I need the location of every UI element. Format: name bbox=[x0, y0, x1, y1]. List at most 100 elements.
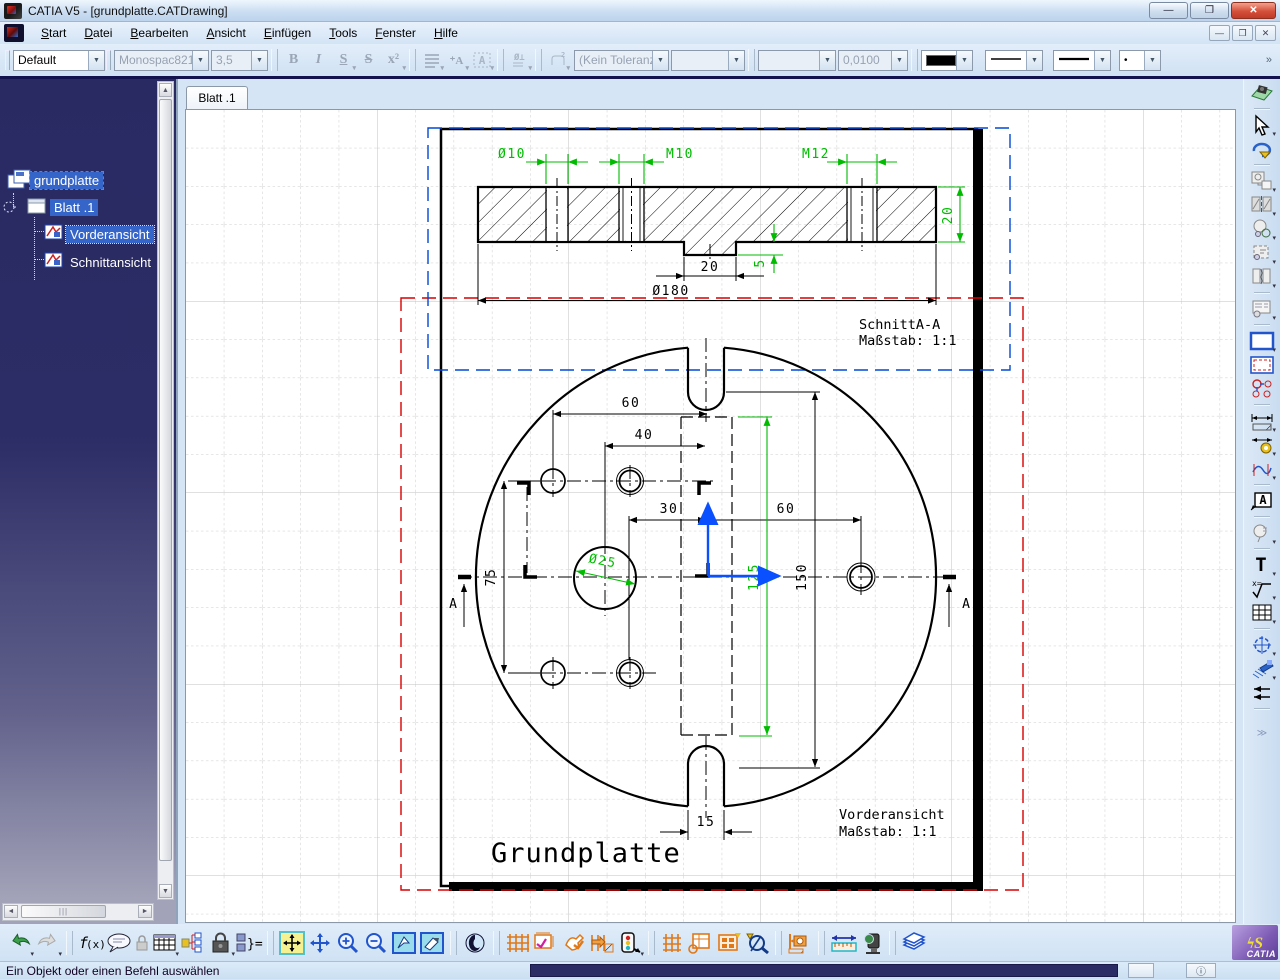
chevron-down-icon[interactable]: ▼ bbox=[956, 51, 972, 70]
tree-item-blatt[interactable]: Blatt .1 bbox=[50, 199, 98, 216]
menu-bearbeiten[interactable]: Bearbeiten bbox=[121, 24, 197, 42]
status-blank-button[interactable] bbox=[1128, 963, 1154, 978]
chevron-down-icon[interactable]: ▼ bbox=[251, 51, 267, 70]
menu-tools[interactable]: Tools bbox=[320, 24, 366, 42]
chevron-down-icon[interactable]: ▼ bbox=[1144, 51, 1160, 70]
tree-item-vorderansicht[interactable]: Vorderansicht bbox=[66, 226, 154, 243]
zoom-out-icon[interactable] bbox=[362, 929, 390, 957]
weblink-icon[interactable] bbox=[461, 929, 489, 957]
tree-vertical-scrollbar[interactable]: ▲ ▼ bbox=[157, 81, 174, 900]
comment-icon[interactable] bbox=[105, 929, 133, 957]
sheet-tab[interactable]: Blatt .1 bbox=[186, 86, 248, 109]
point-style-combo[interactable]: • ▼ bbox=[1119, 50, 1161, 71]
command-input[interactable] bbox=[530, 964, 1118, 977]
lock-brace-icon[interactable]: }= bbox=[235, 929, 263, 957]
dimension-edit-icon[interactable]: ▾ bbox=[1249, 433, 1275, 457]
more-chevron-icon[interactable]: ≫ bbox=[1249, 721, 1275, 745]
drafting-workbench-icon[interactable] bbox=[1249, 81, 1275, 105]
tolerance-type-combo[interactable]: (Kein Toleranzb▼ bbox=[574, 50, 669, 71]
chevron-down-icon[interactable]: ▼ bbox=[1026, 51, 1042, 70]
close-button[interactable]: ✕ bbox=[1231, 2, 1276, 19]
insert-symbol-button[interactable]: Ø⊥▾ bbox=[507, 49, 532, 72]
analysis-icon[interactable] bbox=[588, 929, 616, 957]
menu-fenster[interactable]: Fenster bbox=[366, 24, 425, 42]
scroll-down-icon[interactable]: ▼ bbox=[159, 884, 172, 898]
chevron-down-icon[interactable]: ▼ bbox=[728, 51, 744, 70]
scrollbar-thumb[interactable]: ||| bbox=[21, 905, 106, 918]
front-view-label[interactable]: Vorderansicht Maßstab: 1:1 bbox=[839, 807, 945, 840]
underline-button[interactable]: S▾ bbox=[331, 49, 356, 72]
color-combo[interactable]: ▼ bbox=[921, 50, 973, 71]
zoom-edit-icon[interactable] bbox=[743, 929, 771, 957]
table-icon[interactable]: ▾ bbox=[1249, 601, 1275, 625]
drawing-canvas[interactable]: Ø10 M10 M12 20 5 bbox=[185, 109, 1236, 923]
italic-button[interactable]: I bbox=[306, 49, 331, 72]
measure-icon[interactable] bbox=[829, 929, 857, 957]
strikethrough-button[interactable]: S bbox=[356, 49, 381, 72]
fit-all-icon[interactable] bbox=[278, 929, 306, 957]
catalog-icon[interactable] bbox=[900, 929, 928, 957]
scroll-left-icon[interactable]: ◄ bbox=[4, 905, 18, 918]
scene-icon[interactable] bbox=[857, 929, 885, 957]
clipping-view-icon[interactable]: ▾ bbox=[1249, 241, 1275, 265]
text-frame-button[interactable]: A▾ bbox=[469, 49, 494, 72]
line-weight-combo[interactable]: ▼ bbox=[1053, 50, 1111, 71]
view-creation-icon[interactable]: ▾ bbox=[1249, 169, 1275, 193]
formula-icon[interactable]: x=▾ bbox=[1249, 577, 1275, 601]
tree-expander-icon[interactable] bbox=[2, 199, 18, 215]
tolerance-value-combo[interactable]: ▼ bbox=[671, 50, 745, 71]
dim-style-combo[interactable]: ▼ bbox=[758, 50, 836, 71]
tree-item-schnittansicht[interactable]: Schnittansicht bbox=[66, 254, 155, 271]
balloon-icon[interactable]: ▾ bbox=[1249, 521, 1275, 545]
instantiate-2d-icon[interactable] bbox=[1249, 377, 1275, 401]
menu-datei[interactable]: Datei bbox=[75, 24, 121, 42]
menu-start[interactable]: Start bbox=[32, 24, 75, 42]
text-align-button[interactable]: ▾ bbox=[419, 49, 444, 72]
zoom-in-icon[interactable] bbox=[334, 929, 362, 957]
detail-view-icon[interactable]: ▾ bbox=[1249, 217, 1275, 241]
font-combo[interactable]: Monospac821▼ bbox=[114, 50, 209, 71]
tree-horizontal-scrollbar[interactable]: ◄ ||| ► bbox=[2, 903, 154, 921]
view-wizard-icon[interactable]: ▾ bbox=[1249, 297, 1275, 321]
dim-check-icon[interactable] bbox=[532, 929, 560, 957]
toolbar-overflow-chevron[interactable]: » bbox=[1266, 54, 1276, 66]
normal-view-icon[interactable] bbox=[390, 929, 418, 957]
minimize-button[interactable]: — bbox=[1149, 2, 1188, 19]
table-orange-icon[interactable] bbox=[687, 929, 715, 957]
lock-small-icon[interactable] bbox=[133, 929, 151, 957]
clamp-icon[interactable] bbox=[786, 929, 814, 957]
structure-icon[interactable] bbox=[179, 929, 207, 957]
chevron-down-icon[interactable]: ▼ bbox=[1094, 51, 1110, 70]
grid-table-icon[interactable]: ▾ bbox=[151, 929, 179, 957]
chevron-down-icon[interactable]: ▼ bbox=[819, 51, 835, 70]
text-icon[interactable]: T▾ bbox=[1249, 553, 1275, 577]
numerical-display-button[interactable]: 2▾ bbox=[545, 49, 570, 72]
traffic-light-icon[interactable]: ▾ bbox=[616, 929, 644, 957]
menu-ansicht[interactable]: Ansicht bbox=[197, 24, 254, 42]
mdi-close-button[interactable]: ✕ bbox=[1255, 25, 1276, 41]
font-size-combo[interactable]: 3,5▼ bbox=[211, 50, 268, 71]
new-view-icon[interactable]: ▾ bbox=[1249, 329, 1275, 353]
drawing-sheet[interactable]: Ø10 M10 M12 20 5 bbox=[186, 110, 1235, 922]
menu-einfuegen[interactable]: Einfügen bbox=[255, 24, 320, 42]
select-arrow-icon[interactable]: ▾ bbox=[1249, 113, 1275, 137]
toolbar-grip[interactable] bbox=[5, 50, 10, 70]
restore-button[interactable]: ❐ bbox=[1190, 2, 1229, 19]
scroll-up-icon[interactable]: ▲ bbox=[159, 83, 172, 97]
info-button[interactable]: ⓘ bbox=[1186, 963, 1216, 978]
bold-button[interactable]: B bbox=[281, 49, 306, 72]
toolbar-grip[interactable] bbox=[106, 50, 111, 70]
chevron-down-icon[interactable]: ▼ bbox=[891, 51, 907, 70]
superscript-button[interactable]: x²▾ bbox=[381, 49, 406, 72]
tree-item-grundplatte[interactable]: grundplatte bbox=[30, 172, 103, 189]
shading-icon[interactable] bbox=[418, 929, 446, 957]
view-frame-icon[interactable] bbox=[1249, 353, 1275, 377]
redo-icon[interactable]: ▾ bbox=[34, 929, 62, 957]
area-fill-icon[interactable]: ▾ bbox=[1249, 657, 1275, 681]
formula-fx-icon[interactable]: f(x) bbox=[77, 929, 105, 957]
section-view-icon[interactable]: ▾ bbox=[1249, 193, 1275, 217]
chevron-down-icon[interactable]: ▼ bbox=[88, 51, 104, 70]
chevron-down-icon[interactable]: ▼ bbox=[192, 51, 208, 70]
target-icon[interactable]: ▾ bbox=[1249, 633, 1275, 657]
menu-hilfe[interactable]: Hilfe bbox=[425, 24, 467, 42]
